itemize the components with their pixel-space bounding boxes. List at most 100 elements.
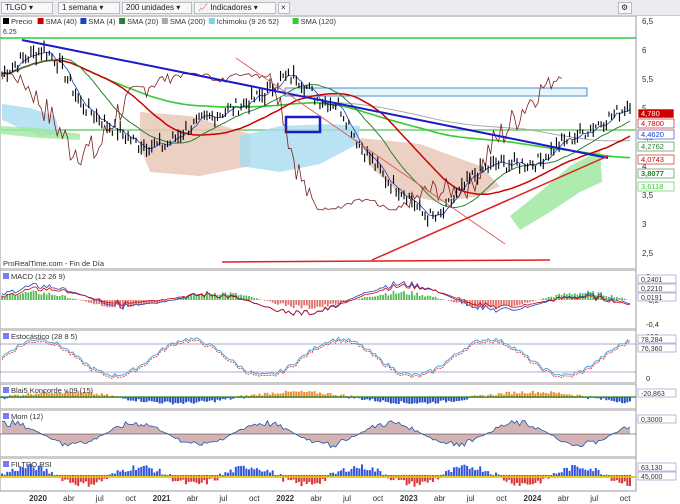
- macd-histogram-bar: [51, 294, 53, 300]
- koncorde-bar: [166, 397, 169, 402]
- momentum-panel[interactable]: Mom (12) 0,3000: [0, 410, 680, 458]
- indicators-button[interactable]: 📈 Indicadores ▾: [194, 2, 276, 14]
- rsi-filter-bar: [245, 468, 248, 476]
- rsi-filter-bar: [192, 475, 195, 482]
- x-tick-label: jul: [95, 494, 104, 503]
- koncorde-bar: [450, 397, 453, 402]
- legend-swatch: [208, 18, 215, 24]
- macd-histogram-bar: [379, 294, 382, 300]
- macd-histogram-bar: [389, 294, 392, 300]
- rsi-filter-bar: [363, 469, 366, 476]
- rsi-filter-bar: [410, 475, 413, 482]
- macd-histogram-bar: [615, 297, 618, 300]
- rsi-filter-bar: [350, 468, 353, 476]
- rsi-filter-bar: [589, 468, 592, 476]
- chevron-down-icon: ▾: [29, 3, 34, 12]
- macd-histogram-bar: [413, 295, 416, 300]
- x-tick-label: oct: [620, 494, 631, 503]
- x-tick-label: 2020: [29, 494, 47, 503]
- macd-histogram-bar: [37, 294, 40, 300]
- macd-histogram-bar: [429, 295, 432, 300]
- legend-swatch: [292, 18, 299, 24]
- macd-histogram-bar: [35, 290, 38, 300]
- panel-title: Estocástico (28 8 5): [3, 332, 78, 341]
- macd-histogram-bar: [221, 292, 224, 300]
- legend-item: Ichimoku (9 26 52): [208, 17, 279, 26]
- koncorde-bar: [431, 397, 434, 402]
- macd-histogram-bar: [245, 295, 248, 300]
- units-selector[interactable]: 200 unidades ▾: [122, 2, 192, 14]
- macd-histogram-bar: [447, 300, 450, 301]
- koncorde-panel[interactable]: Blai5 Koncorde v.09 (15) -20,863: [0, 384, 680, 410]
- macd-histogram-bar: [552, 297, 555, 300]
- macd-histogram-bar: [45, 294, 48, 300]
- macd-histogram-bar: [361, 298, 363, 300]
- rsi-filter-bar: [560, 472, 563, 476]
- price-tag: 4,780: [637, 108, 675, 119]
- macd-histogram-bar: [298, 300, 300, 306]
- rsi-filter-bar: [140, 466, 143, 476]
- close-indicator-button[interactable]: ×: [278, 2, 290, 14]
- macd-histogram-bar: [400, 292, 403, 300]
- rsi-filter-bar: [79, 475, 82, 482]
- rsi-filter-bar: [229, 469, 232, 476]
- rsi-filter-bar: [169, 474, 172, 476]
- macd-histogram-bar: [455, 300, 458, 303]
- macd-histogram-bar: [432, 297, 434, 300]
- symbol-selector[interactable]: TLGO ▾: [1, 2, 53, 14]
- panel-title-swatch: [3, 413, 9, 419]
- rsi-filter-bar: [592, 471, 595, 476]
- macd-histogram-bar: [371, 296, 374, 300]
- price-chart[interactable]: Precio SMA (40) SMA (4) SMA (20) SMA (200) Ic…: [0, 16, 680, 270]
- price-tag: 4,4620: [637, 129, 675, 140]
- macd-histogram-bar: [69, 298, 72, 300]
- rsi-filter-panel[interactable]: FILTRO RSI 63,130 45,000: [0, 458, 680, 492]
- panel-value-text: 0,2210: [641, 286, 663, 293]
- macd-histogram-bar: [106, 300, 109, 308]
- rsi-filter-bar: [43, 471, 46, 476]
- price-tag-value: 4,0743: [641, 155, 664, 164]
- rsi-filter-bar: [276, 475, 279, 477]
- macd-histogram-bar: [276, 300, 279, 305]
- koncorde-bar: [379, 397, 382, 403]
- macd-histogram-bar: [382, 294, 384, 300]
- rsi-filter-bar: [263, 471, 266, 476]
- stochastic-panel[interactable]: Estocástico (28 8 5)100078,28476,360: [0, 330, 680, 384]
- macd-histogram-bar: [271, 300, 274, 303]
- rsi-filter-bar: [594, 467, 597, 476]
- koncorde-bar: [156, 397, 159, 403]
- rsi-filter-bar: [345, 471, 348, 476]
- rsi-filter-bar: [190, 475, 193, 482]
- koncorde-bar: [613, 397, 616, 402]
- koncorde-bar: [445, 397, 448, 403]
- macd-histogram-bar: [8, 294, 11, 300]
- rsi-filter-bar: [342, 468, 345, 476]
- koncorde-bar: [403, 397, 406, 403]
- panel-value-tag: 0,3000: [637, 414, 677, 424]
- koncorde-bar: [389, 397, 392, 404]
- rsi-filter-bar: [555, 473, 558, 476]
- rsi-filter-bar: [145, 465, 148, 476]
- macd-histogram-bar: [250, 296, 253, 300]
- rsi-filter-bar: [463, 464, 466, 476]
- x-tick-label: jul: [589, 494, 598, 503]
- macd-histogram-bar: [303, 300, 306, 306]
- koncorde-bar: [429, 397, 432, 404]
- rsi-filter-bar: [332, 472, 335, 476]
- settings-button[interactable]: ⚙: [618, 2, 632, 14]
- rsi-filter-bar: [158, 468, 161, 476]
- macd-histogram-bar: [450, 300, 453, 302]
- koncorde-bar: [416, 397, 419, 404]
- y-tick-label: 3,5: [642, 191, 654, 200]
- macd-histogram-bar: [421, 295, 424, 300]
- macd-panel[interactable]: MACD (12 26 9)0-0,2-0,40,24010,22100,019…: [0, 270, 680, 330]
- macd-histogram-bar: [424, 296, 426, 300]
- panel-title: MACD (12 26 9): [3, 272, 66, 281]
- rsi-filter-bar: [329, 472, 332, 476]
- macd-histogram-bar: [1, 295, 3, 300]
- macd-histogram-bar: [253, 298, 256, 300]
- rsi-filter-bar: [552, 473, 555, 476]
- period-selector[interactable]: 1 semana ▾: [58, 2, 120, 14]
- macd-histogram-bar: [531, 300, 534, 302]
- macd-histogram-bar: [529, 300, 532, 302]
